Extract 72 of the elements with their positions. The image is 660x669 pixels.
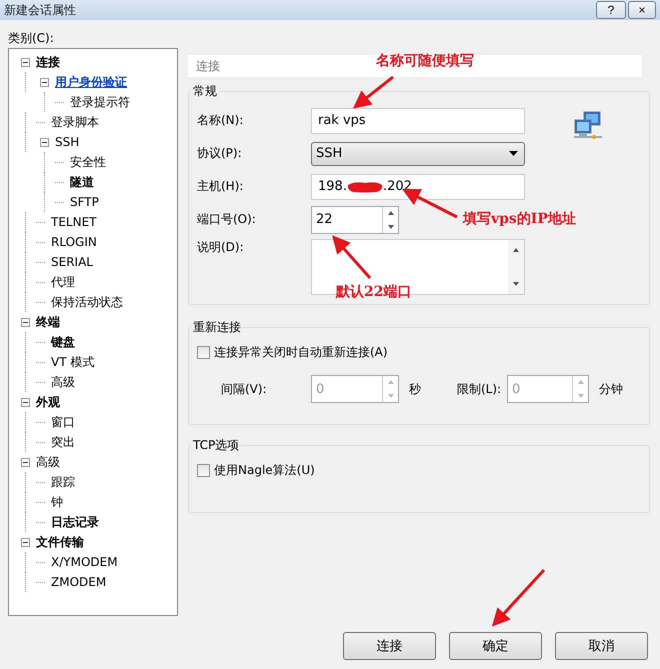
- tree-item[interactable]: 隧道: [68, 174, 96, 190]
- unit-label: 秒: [409, 380, 421, 398]
- field-label: 名称(N):: [197, 112, 244, 129]
- dialog-button[interactable]: 取消: [555, 632, 648, 660]
- group-title: 重新连接: [192, 319, 242, 336]
- unit-label: 分钟: [599, 380, 623, 398]
- tree-item[interactable]: 终端: [34, 314, 62, 330]
- field-label: 端口号(O):: [197, 211, 257, 228]
- field-label: 说明(D):: [197, 239, 245, 256]
- annotation-arrow: [492, 568, 546, 627]
- collapse-icon[interactable]: [21, 398, 30, 406]
- collapse-icon[interactable]: [40, 78, 49, 86]
- collapse-icon[interactable]: [40, 138, 49, 146]
- tree-item[interactable]: 保持活动状态: [49, 294, 125, 310]
- dropdown-arrow-icon: [509, 151, 518, 156]
- tree-item[interactable]: 连接: [34, 54, 62, 70]
- annotation-text: 名称可随便填写: [376, 52, 474, 70]
- tree-item[interactable]: 文件传输: [34, 534, 86, 550]
- field-label: 间隔(V):: [220, 380, 268, 398]
- collapse-icon[interactable]: [21, 538, 30, 546]
- group-title: TCP选项: [192, 437, 240, 454]
- annotation-arrow: [352, 76, 394, 109]
- field-label: 限制(L):: [457, 380, 502, 398]
- collapse-icon[interactable]: [21, 318, 30, 326]
- tree-item[interactable]: 日志记录: [49, 514, 101, 530]
- tree-item[interactable]: SERIAL: [49, 255, 95, 269]
- computers-icon: [572, 110, 604, 142]
- checkbox[interactable]: [197, 464, 210, 477]
- tree-item[interactable]: 安全性: [68, 154, 108, 170]
- tree-item[interactable]: 代理: [49, 274, 77, 290]
- tree-item[interactable]: 用户身份验证: [53, 74, 129, 90]
- tree-item[interactable]: X/YMODEM: [49, 555, 120, 569]
- collapse-icon[interactable]: [21, 58, 30, 66]
- scrollbar[interactable]: [508, 240, 524, 294]
- tree-item[interactable]: 高级: [34, 454, 62, 470]
- annotation-text: 默认22端口: [336, 283, 412, 301]
- annotation-text: 填写vps的IP地址: [463, 210, 576, 228]
- dialog-button[interactable]: 连接: [343, 632, 436, 660]
- tree-item[interactable]: 外观: [34, 394, 62, 410]
- tree-item[interactable]: RLOGIN: [49, 235, 99, 249]
- annotation-arrow: [332, 235, 372, 279]
- field-label: 协议(P):: [197, 145, 243, 162]
- tree-item[interactable]: ZMODEM: [49, 575, 108, 589]
- tree-item[interactable]: TELNET: [49, 215, 98, 229]
- tree-item[interactable]: 跟踪: [49, 474, 77, 490]
- tree-item[interactable]: SSH: [53, 135, 82, 149]
- tree-item[interactable]: 高级: [49, 374, 77, 390]
- tree-item[interactable]: 钟: [49, 494, 65, 510]
- title-bar-button[interactable]: ×: [628, 1, 656, 19]
- collapse-icon[interactable]: [21, 458, 30, 466]
- checkbox[interactable]: [197, 346, 210, 359]
- tree-item[interactable]: 键盘: [49, 334, 77, 350]
- group-title: 常规: [192, 83, 218, 100]
- tree-item[interactable]: VT 模式: [49, 354, 96, 370]
- section-title: 连接: [196, 58, 220, 74]
- tree-item[interactable]: 登录提示符: [68, 94, 132, 110]
- field-label: 主机(H):: [197, 178, 244, 195]
- checkbox-label: 使用Nagle算法(U): [214, 462, 315, 479]
- name-field[interactable]: rak vps: [311, 108, 525, 134]
- window-title: 新建会话属性: [4, 2, 76, 18]
- title-bar-button[interactable]: ?: [596, 1, 626, 19]
- port-field[interactable]: 22: [311, 206, 399, 234]
- tree-item[interactable]: 登录脚本: [49, 114, 101, 130]
- tree-item[interactable]: 突出: [49, 434, 77, 450]
- checkbox-label: 连接异常关闭时自动重新连接(A): [214, 344, 388, 361]
- dialog-button[interactable]: 确定: [449, 632, 542, 660]
- protocol-dropdown[interactable]: SSH: [311, 142, 525, 166]
- annotation-arrow: [402, 188, 458, 218]
- redaction-mark: [346, 180, 383, 192]
- category-label: 类别(C):: [8, 30, 55, 47]
- tree-item[interactable]: 窗口: [49, 414, 77, 430]
- tree-item[interactable]: SFTP: [68, 195, 101, 209]
